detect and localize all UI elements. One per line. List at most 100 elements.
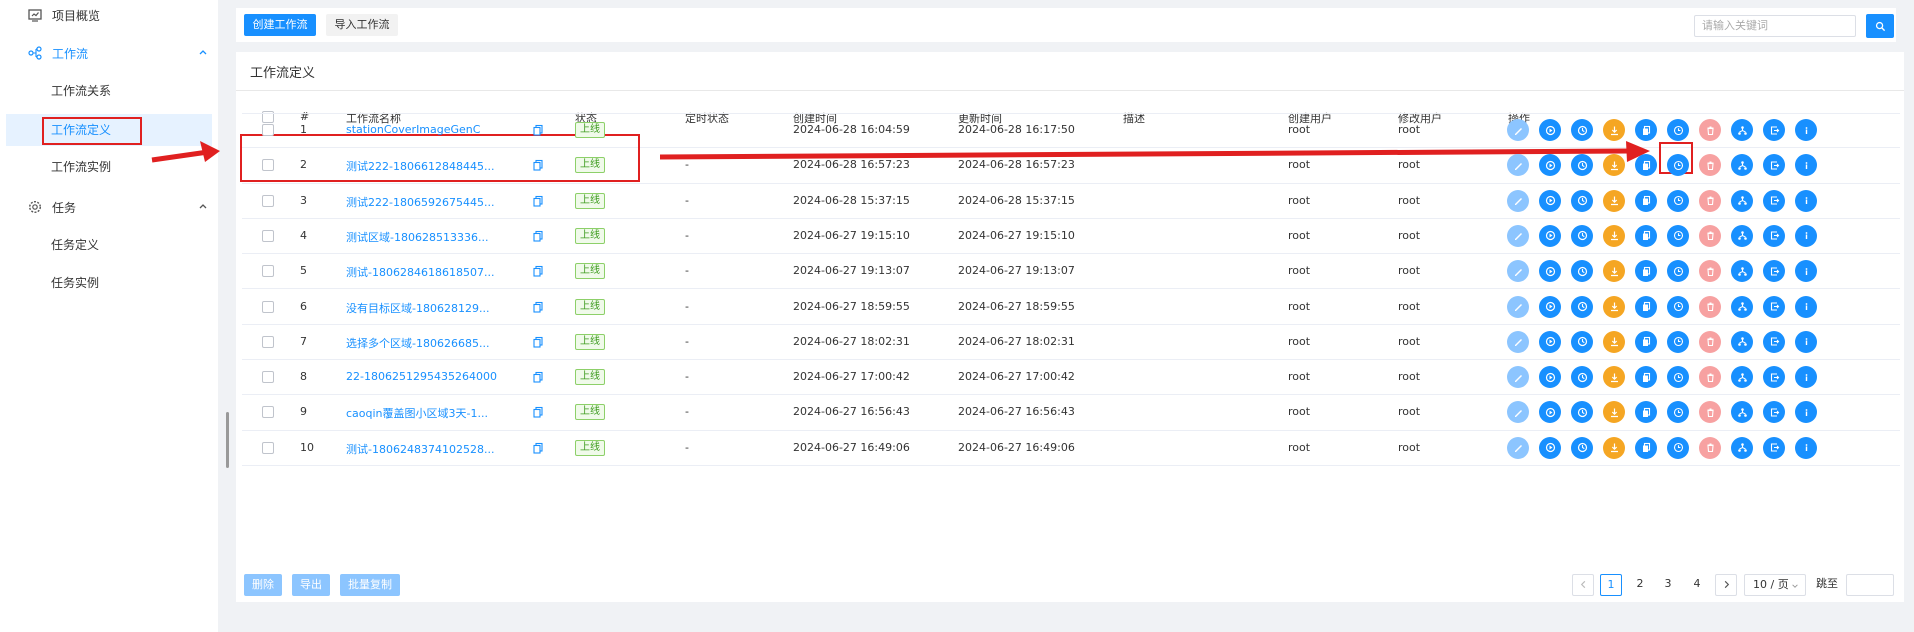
run-button[interactable] xyxy=(1539,119,1561,141)
edit-button[interactable] xyxy=(1507,436,1529,459)
chevron-up-icon[interactable] xyxy=(198,201,208,214)
sidebar-item-task-definition[interactable]: 任务定义 xyxy=(51,235,99,255)
page-button-4[interactable]: 4 xyxy=(1686,574,1708,596)
timing-button[interactable] xyxy=(1571,295,1593,318)
edit-button[interactable] xyxy=(1507,189,1529,212)
copy-button[interactable] xyxy=(1635,330,1657,353)
schedule-button[interactable] xyxy=(1667,436,1689,459)
page-button-3[interactable]: 3 xyxy=(1657,574,1679,596)
page-size-select[interactable]: 10 / 页 xyxy=(1744,574,1806,596)
edit-button[interactable] xyxy=(1507,330,1529,353)
schedule-button[interactable] xyxy=(1667,366,1689,389)
workflow-name-link[interactable]: 测试-1806284618618507... xyxy=(346,264,494,280)
schedule-button[interactable] xyxy=(1667,119,1689,141)
sidebar-item-task-instance[interactable]: 任务实例 xyxy=(51,273,99,293)
copy-button[interactable] xyxy=(1635,366,1657,389)
export-button[interactable] xyxy=(1763,119,1785,141)
info-button[interactable] xyxy=(1795,436,1817,459)
sidebar-item-overview[interactable]: 项目概览 xyxy=(28,1,100,29)
timing-button[interactable] xyxy=(1571,189,1593,212)
page-button-1[interactable]: 1 xyxy=(1600,574,1622,596)
row-checkbox[interactable] xyxy=(262,194,274,207)
edit-button[interactable] xyxy=(1507,224,1529,247)
timing-button[interactable] xyxy=(1571,366,1593,389)
download-button[interactable] xyxy=(1603,366,1625,389)
delete-button[interactable] xyxy=(1699,224,1721,247)
copy-button[interactable] xyxy=(1635,119,1657,141)
edit-button[interactable] xyxy=(1507,295,1529,318)
timing-button[interactable] xyxy=(1571,330,1593,353)
edit-button[interactable] xyxy=(1507,366,1529,389)
import-workflow-button[interactable]: 导入工作流 xyxy=(326,14,398,36)
copy-name-icon[interactable] xyxy=(532,124,544,136)
copy-name-icon[interactable] xyxy=(532,159,544,171)
delete-button[interactable] xyxy=(1699,366,1721,389)
prev-page-button[interactable] xyxy=(1572,574,1594,596)
search-input[interactable]: 请输入关键词 xyxy=(1694,15,1856,37)
tree-button[interactable] xyxy=(1731,119,1753,141)
copy-button[interactable] xyxy=(1635,295,1657,318)
workflow-name-link[interactable]: 选择多个区域-180626685... xyxy=(346,335,489,351)
run-button[interactable] xyxy=(1539,295,1561,318)
export-button[interactable]: 导出 xyxy=(292,574,330,596)
copy-button[interactable] xyxy=(1635,189,1657,212)
delete-button[interactable] xyxy=(1699,436,1721,459)
sidebar-scrollbar[interactable] xyxy=(226,412,229,468)
run-button[interactable] xyxy=(1539,330,1561,353)
copy-name-icon[interactable] xyxy=(532,301,544,313)
workflow-name-link[interactable]: 测试-1806248374102528... xyxy=(346,441,494,457)
sidebar-item-workflow[interactable]: 工作流 xyxy=(28,39,207,67)
info-button[interactable] xyxy=(1795,295,1817,318)
delete-button[interactable] xyxy=(1699,119,1721,141)
row-checkbox[interactable] xyxy=(262,265,274,278)
export-button[interactable] xyxy=(1763,330,1785,353)
edit-button[interactable] xyxy=(1507,119,1529,141)
page-button-2[interactable]: 2 xyxy=(1629,574,1651,596)
sidebar-item-task[interactable]: 任务 xyxy=(28,193,207,221)
sidebar-item-workflow-relation[interactable]: 工作流关系 xyxy=(51,81,111,101)
download-button[interactable] xyxy=(1603,224,1625,247)
row-checkbox[interactable] xyxy=(262,159,274,172)
copy-name-icon[interactable] xyxy=(532,371,544,383)
copy-name-icon[interactable] xyxy=(532,230,544,242)
sidebar-item-workflow-instance[interactable]: 工作流实例 xyxy=(51,157,111,177)
tree-button[interactable] xyxy=(1731,330,1753,353)
next-page-button[interactable] xyxy=(1715,574,1737,596)
delete-button[interactable] xyxy=(1699,330,1721,353)
schedule-button[interactable] xyxy=(1667,189,1689,212)
download-button[interactable] xyxy=(1603,436,1625,459)
batch-copy-button[interactable]: 批量复制 xyxy=(340,574,400,596)
row-checkbox[interactable] xyxy=(262,229,274,242)
export-button[interactable] xyxy=(1763,189,1785,212)
export-button[interactable] xyxy=(1763,436,1785,459)
run-button[interactable] xyxy=(1539,224,1561,247)
info-button[interactable] xyxy=(1795,366,1817,389)
copy-name-icon[interactable] xyxy=(532,406,544,418)
export-button[interactable] xyxy=(1763,366,1785,389)
jump-page-input[interactable] xyxy=(1846,574,1894,596)
info-button[interactable] xyxy=(1795,224,1817,247)
copy-name-icon[interactable] xyxy=(532,195,544,207)
tree-button[interactable] xyxy=(1731,224,1753,247)
timing-button[interactable] xyxy=(1571,119,1593,141)
delete-button[interactable] xyxy=(1699,295,1721,318)
timing-button[interactable] xyxy=(1571,224,1593,247)
workflow-name-link[interactable]: 测试222-1806612848445... xyxy=(346,158,494,174)
workflow-name-link[interactable]: 22-1806251295435264000 xyxy=(346,370,497,383)
download-button[interactable] xyxy=(1603,295,1625,318)
workflow-name-link[interactable]: 测试区域-180628513336... xyxy=(346,229,488,245)
chevron-up-icon[interactable] xyxy=(198,47,208,60)
tree-button[interactable] xyxy=(1731,436,1753,459)
row-checkbox[interactable] xyxy=(262,371,274,384)
download-button[interactable] xyxy=(1603,330,1625,353)
schedule-button[interactable] xyxy=(1667,295,1689,318)
copy-name-icon[interactable] xyxy=(532,336,544,348)
row-checkbox[interactable] xyxy=(262,124,274,136)
schedule-button[interactable] xyxy=(1667,224,1689,247)
tree-button[interactable] xyxy=(1731,295,1753,318)
info-button[interactable] xyxy=(1795,119,1817,141)
tree-button[interactable] xyxy=(1731,189,1753,212)
run-button[interactable] xyxy=(1539,436,1561,459)
row-checkbox[interactable] xyxy=(262,300,274,313)
info-button[interactable] xyxy=(1795,189,1817,212)
